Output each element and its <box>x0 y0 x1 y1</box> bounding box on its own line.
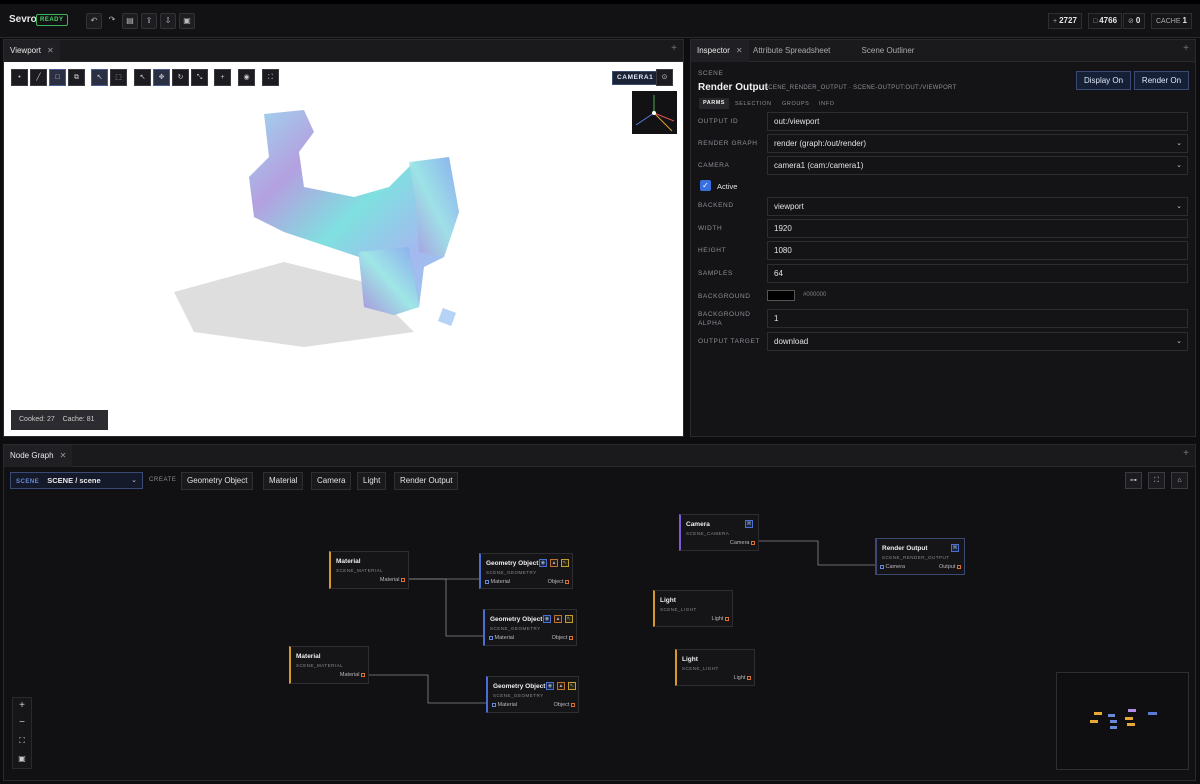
zoom-in-button[interactable]: + <box>13 698 31 715</box>
bypass-icon[interactable]: ↖ <box>568 682 576 690</box>
zoom-out-button[interactable]: − <box>13 715 31 732</box>
minimap[interactable] <box>1056 672 1189 770</box>
output-port[interactable] <box>751 540 755 545</box>
input-port[interactable] <box>485 579 489 584</box>
node-geometry-object[interactable]: Geometry Object SCENE_GEOMETRY ◉ ▲ ↖ Materi… <box>486 676 579 713</box>
visibility-icon[interactable]: ◉ <box>539 559 547 567</box>
input-port[interactable] <box>492 702 496 707</box>
output-port[interactable] <box>571 702 575 707</box>
node-geometry-object[interactable]: Geometry Object SCENE_GEOMETRY ◉ ▲ ↖ Materi… <box>479 553 573 589</box>
node-geometry-object[interactable]: Geometry Object SCENE_GEOMETRY ◉ ▲ ↖ Materi… <box>483 609 577 646</box>
node-material[interactable]: Material SCENE_MATERIAL Material <box>289 646 369 684</box>
input-port[interactable] <box>489 635 493 640</box>
bypass-icon[interactable]: ↖ <box>561 559 569 567</box>
visibility-icon[interactable]: ◉ <box>546 682 554 690</box>
node-render-output[interactable]: Render Output SCENE_RENDER_OUTPUT ⌘ Camer… <box>875 538 965 575</box>
output-port[interactable] <box>747 675 751 680</box>
node-camera[interactable]: Camera SCENE_CAMERA ⌘ Camera <box>679 514 759 551</box>
pin-icon[interactable]: ⌘ <box>745 520 753 528</box>
node-light[interactable]: Light SCENE_LIGHT Light <box>675 649 755 686</box>
node-light[interactable]: Light SCENE_LIGHT Light <box>653 590 733 627</box>
bypass-icon[interactable]: ↖ <box>565 615 573 623</box>
output-port[interactable] <box>401 577 405 582</box>
output-port[interactable] <box>569 635 573 640</box>
output-port[interactable] <box>725 616 729 621</box>
output-port[interactable] <box>957 564 961 569</box>
lock-icon[interactable]: ▲ <box>554 615 562 623</box>
fit-view-button[interactable]: ⛶ <box>13 733 31 750</box>
lock-icon[interactable]: ▣ <box>13 751 31 768</box>
visibility-icon[interactable]: ◉ <box>543 615 551 623</box>
node-wires <box>368 540 878 704</box>
output-port[interactable] <box>361 672 365 677</box>
pin-icon[interactable]: ⌘ <box>951 544 959 552</box>
output-port[interactable] <box>565 579 569 584</box>
input-port[interactable] <box>880 564 884 569</box>
node-material[interactable]: Material SCENE_MATERIAL Material <box>329 551 409 589</box>
lock-icon[interactable]: ▲ <box>557 682 565 690</box>
lock-icon[interactable]: ▲ <box>550 559 558 567</box>
